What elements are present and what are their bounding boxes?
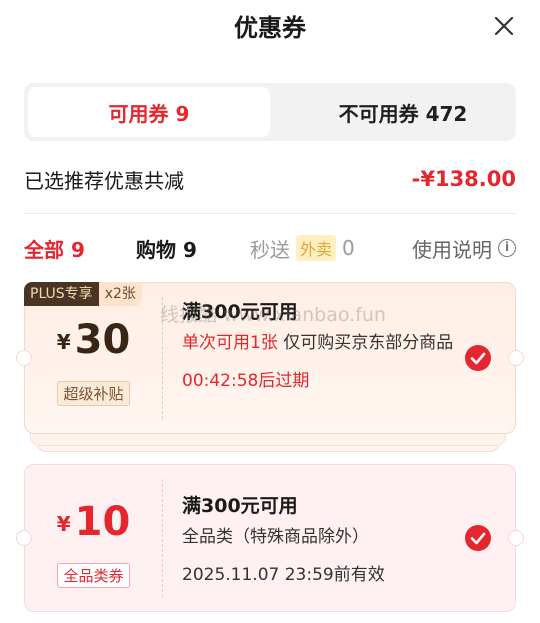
coupon-notch [508,350,524,366]
summary-amount: -¥138.00 [411,167,516,191]
filter-flash-count: 0 [342,236,355,260]
filter-all[interactable]: 全部 9 [24,232,85,264]
currency-symbol: ¥ [56,512,71,536]
coupon-count: x2张 [98,282,142,306]
plus-badge-label: PLUS专享 [24,282,99,306]
close-icon[interactable] [490,12,518,40]
coupon-value: ¥10 [25,499,162,545]
tab-unavailable[interactable]: 不可用券 472 [294,87,512,137]
coupon-desc: 全品类（特殊商品除外） [182,527,369,547]
checkmark-icon[interactable] [465,525,491,551]
coupon-title: 满300元可用 [182,495,298,517]
coupon-expire: 00:42:58后过期 [182,371,310,391]
plus-badge: PLUS专享 x2张 [24,282,142,306]
coupon-tag-label: 超级补贴 [57,381,130,406]
coupon-info: 满300元可用 全品类（特殊商品除外） 2025.11.07 23:59前有效 [182,491,455,585]
coupon-tabs: 可用券 9 不可用券 472 [24,83,516,141]
page-title: 优惠券 [234,14,306,42]
coupon-expire: 2025.11.07 23:59前有效 [182,565,385,585]
coupon-tag: 超级补贴 [25,381,162,406]
coupon-value: ¥30 [25,317,162,363]
divider [24,213,516,214]
coupon-tag: 全品类券 [25,563,162,588]
tab-available[interactable]: 可用券 9 [28,87,270,137]
coupon-amount: 30 [74,317,131,363]
coupon-desc: 单次可用1张 仅可购买京东部分商品 [182,330,455,356]
filter-shopping[interactable]: 购物 9 [136,232,197,264]
coupon-divider [162,479,163,597]
info-icon: i [498,239,516,257]
header: 优惠券 [0,0,540,54]
coupon-notch [508,530,524,546]
takeout-tag: 外卖 [296,235,337,261]
filter-bar: 全部 9 购物 9 秒送 外卖 0 使用说明 i [24,232,516,264]
coupon-tag-label: 全品类券 [57,563,130,588]
usage-help-label: 使用说明 [412,237,492,262]
filter-flash-label: 秒送 [250,237,290,262]
usage-help[interactable]: 使用说明 i [412,232,516,264]
coupon-card[interactable]: ¥10 全品类券 满300元可用 全品类（特殊商品除外） 2025.11.07 … [16,464,524,612]
watermark: 线报酷 www.xianbao.fun [160,304,386,326]
coupon-amount: 10 [74,499,131,545]
filter-flash-delivery[interactable]: 秒送 外卖 0 [250,232,355,264]
summary-label: 已选推荐优惠共减 [24,168,184,193]
checkmark-icon[interactable] [465,345,491,371]
discount-summary: 已选推荐优惠共减 -¥138.00 [24,163,516,195]
coupon-scope: 仅可购买京东部分商品 [277,333,454,353]
currency-symbol: ¥ [56,330,71,354]
coupon-limit: 单次可用1张 [182,333,278,353]
